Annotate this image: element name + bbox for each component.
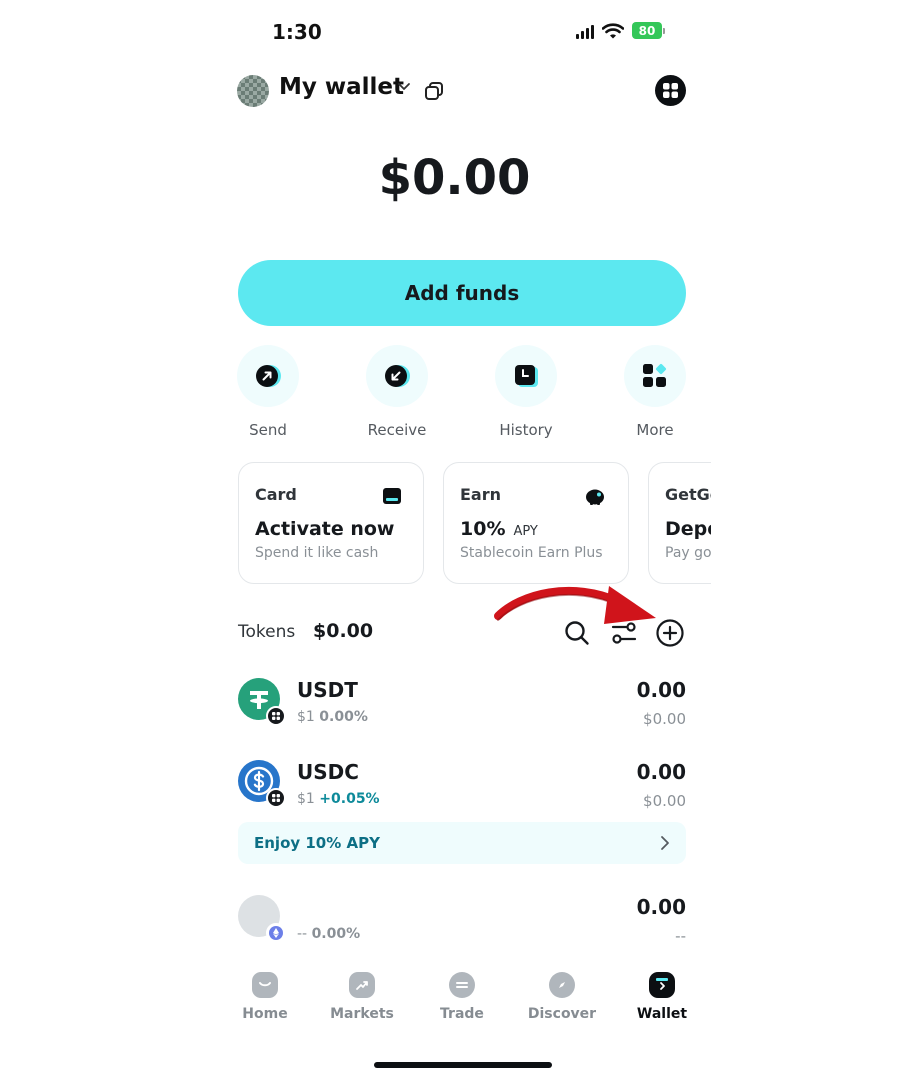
tab-label: Discover: [527, 1006, 597, 1022]
tokens-total: $0.00: [313, 620, 374, 642]
tab-label: Wallet: [636, 1006, 688, 1022]
tab-trade[interactable]: Trade: [417, 972, 507, 1022]
avatar[interactable]: [237, 75, 269, 107]
add-funds-button[interactable]: Add funds: [238, 260, 686, 326]
tab-home[interactable]: Home: [220, 972, 310, 1022]
earn-promo-card[interactable]: Earn 10% APY Stablecoin Earn Plus: [443, 462, 629, 584]
token-price-change: $1 +0.05%: [297, 791, 380, 807]
trade-icon: [449, 972, 475, 998]
feature-cards-carousel[interactable]: Card Activate now Spend it like cash Ear…: [238, 462, 711, 588]
history-button[interactable]: History: [481, 345, 571, 439]
battery-icon: 80: [632, 22, 665, 39]
tab-discover[interactable]: Discover: [517, 972, 607, 1022]
action-label: Send: [249, 421, 287, 439]
send-button[interactable]: Send: [223, 345, 313, 439]
token-value: $0.00: [643, 710, 686, 728]
battery-level: 80: [632, 22, 662, 39]
tab-wallet[interactable]: Wallet: [617, 972, 707, 1022]
arrow-up-right-icon: [256, 365, 281, 387]
card-promo-card[interactable]: Card Activate now Spend it like cash: [238, 462, 424, 584]
card-icon: [383, 488, 401, 504]
status-icons: 80: [576, 22, 665, 39]
tab-markets[interactable]: Markets: [317, 972, 407, 1022]
receive-button[interactable]: Receive: [352, 345, 442, 439]
token-amount: 0.00: [636, 895, 686, 919]
send-icon-wrap: [237, 345, 299, 407]
status-time: 1:30: [272, 20, 322, 44]
card-headline: Deposit: [665, 518, 711, 540]
more-button[interactable]: More: [610, 345, 700, 439]
receive-icon-wrap: [366, 345, 428, 407]
token-row-usdc[interactable]: USDC $1 +0.05% 0.00 $0.00: [238, 760, 686, 830]
wallet-name[interactable]: My wallet: [279, 74, 404, 100]
wallet-icon: [649, 972, 675, 998]
home-icon: [252, 972, 278, 998]
grid-icon: [663, 83, 678, 98]
bottom-tab-bar: Home Markets Trade Discover Wallet: [220, 972, 700, 1032]
card-subtitle: Stablecoin Earn Plus: [460, 545, 603, 561]
ethereum-badge-icon: [266, 923, 286, 943]
tab-label: Trade: [440, 1006, 484, 1022]
markets-icon: [349, 972, 375, 998]
chevron-down-icon[interactable]: [397, 82, 411, 92]
action-label: More: [636, 421, 674, 439]
card-headline: Activate now: [255, 518, 395, 540]
action-label: Receive: [367, 421, 427, 439]
history-icon: [515, 365, 538, 387]
token-symbol: USDC: [297, 760, 359, 784]
getgo-promo-card[interactable]: GetGo Deposit Pay go: [648, 462, 711, 584]
apps-icon: [643, 363, 667, 387]
tab-label: Home: [242, 1006, 288, 1022]
promo-text: Enjoy 10% APY: [254, 834, 380, 852]
card-subtitle: Pay go: [665, 545, 711, 561]
more-icon-wrap: [624, 345, 686, 407]
total-balance: $0.00: [378, 150, 531, 206]
cellular-signal-icon: [576, 23, 594, 39]
token-amount: 0.00: [636, 678, 686, 702]
earn-apy-banner[interactable]: Enjoy 10% APY: [238, 822, 686, 864]
token-price-change: $1 0.00%: [297, 709, 368, 725]
token-value: $0.00: [643, 792, 686, 810]
token-value: --: [675, 927, 686, 945]
tab-label: Markets: [330, 1006, 394, 1022]
wifi-icon: [602, 22, 624, 38]
token-amount: 0.00: [636, 760, 686, 784]
token-row-usdt[interactable]: USDT $1 0.00% 0.00 $0.00: [238, 678, 686, 748]
home-indicator: [374, 1062, 552, 1068]
network-badge-icon: [266, 788, 286, 808]
token-row-unknown[interactable]: -- 0.00% 0.00 --: [238, 895, 686, 965]
token-symbol: USDT: [297, 678, 358, 702]
apy-label: APY: [513, 524, 538, 539]
copy-icon[interactable]: [424, 81, 444, 101]
tokens-label: Tokens: [238, 622, 296, 642]
card-subtitle: Spend it like cash: [255, 545, 379, 561]
piggy-bank-icon: [586, 489, 604, 505]
action-label: History: [499, 421, 553, 439]
token-price-change: -- 0.00%: [297, 926, 361, 942]
annotation-arrow-icon: [494, 586, 656, 624]
dapps-grid-button[interactable]: [655, 75, 686, 106]
history-icon-wrap: [495, 345, 557, 407]
chevron-right-icon: [661, 836, 669, 850]
network-badge-icon: [266, 706, 286, 726]
arrow-down-left-icon: [385, 365, 410, 387]
card-title: GetGo: [665, 485, 711, 504]
card-headline: 10% APY: [460, 518, 538, 540]
compass-icon: [549, 972, 575, 998]
